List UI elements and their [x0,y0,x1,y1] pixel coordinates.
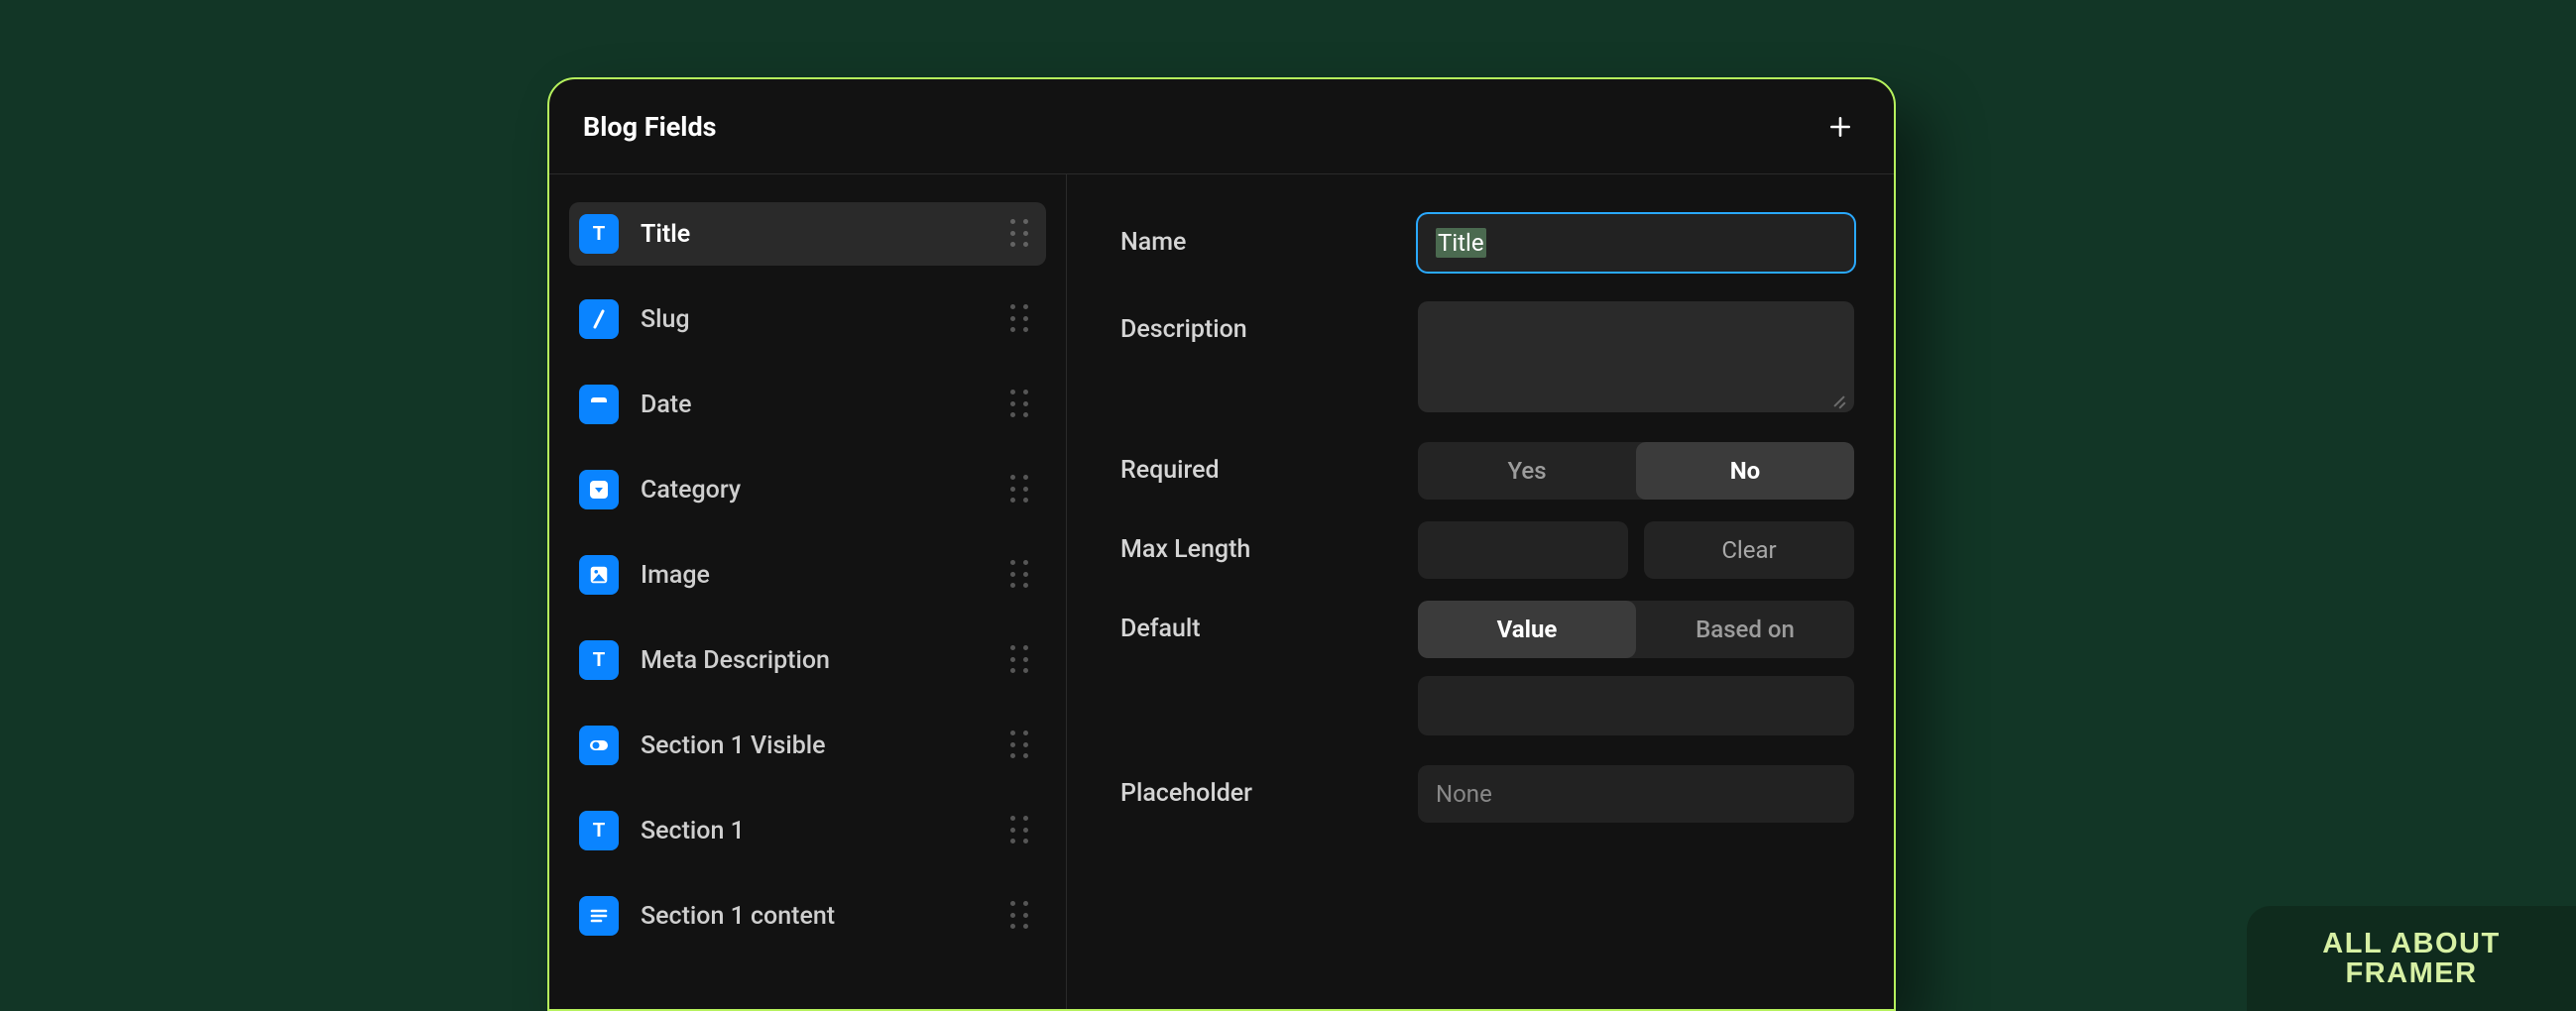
field-row[interactable]: Slug [569,287,1046,351]
brand-card: ALL ABOUT FRAMER [2247,906,2576,1011]
description-textarea[interactable] [1418,301,1854,412]
placeholder-input-value: None [1436,780,1492,808]
field-row-label: Image [641,561,1010,590]
field-row-label: Meta Description [641,646,1010,675]
drag-handle-icon[interactable] [1010,816,1030,845]
add-field-button[interactable] [1822,109,1858,145]
field-row[interactable]: Category [569,458,1046,521]
field-row[interactable]: Title [569,202,1046,266]
max-length-input[interactable] [1418,521,1628,579]
text-icon [579,811,619,850]
default-value-option[interactable]: Value [1418,601,1636,658]
field-row[interactable]: Image [569,543,1046,607]
drag-handle-icon[interactable] [1010,304,1030,334]
description-label: Description [1120,301,1418,344]
fields-list: Title Slug Date Category Image Meta Descripti… [549,174,1067,1009]
resize-handle-icon[interactable] [1830,391,1846,406]
drag-handle-icon[interactable] [1010,475,1030,505]
default-segmented: Value Based on [1418,601,1854,658]
required-no-option[interactable]: No [1636,442,1854,500]
default-value-input[interactable] [1418,676,1854,735]
dropdown-icon [579,470,619,509]
drag-handle-icon[interactable] [1010,390,1030,419]
field-row[interactable]: Date [569,373,1046,436]
field-row-label: Date [641,391,1010,419]
required-segmented: Yes No [1418,442,1854,500]
placeholder-input[interactable]: None [1418,765,1854,823]
field-settings: Name Title Description Required [1067,174,1894,1009]
required-yes-option[interactable]: Yes [1418,442,1636,500]
field-row-label: Title [641,220,1010,249]
name-input-value: Title [1436,228,1486,258]
required-label: Required [1120,442,1418,485]
placeholder-label: Placeholder [1120,765,1418,808]
field-row-label: Section 1 content [641,902,1010,931]
field-row[interactable]: Section 1 content [569,884,1046,948]
drag-handle-icon[interactable] [1010,560,1030,590]
blog-fields-panel: Blog Fields Title Slug Date Category Image Me… [547,77,1896,1011]
slash-icon [579,299,619,339]
name-input[interactable]: Title [1418,214,1854,272]
drag-handle-icon[interactable] [1010,219,1030,249]
brand-line1: ALL ABOUT [2322,929,2500,958]
panel-title: Blog Fields [583,111,717,143]
image-icon [579,555,619,595]
field-row-label: Section 1 Visible [641,731,1010,760]
field-row[interactable]: Section 1 Visible [569,714,1046,777]
field-row-label: Section 1 [641,817,1010,845]
panel-header: Blog Fields [549,79,1894,174]
text-icon [579,214,619,254]
max-length-clear-button[interactable]: Clear [1644,521,1854,579]
date-icon [579,385,619,424]
drag-handle-icon[interactable] [1010,901,1030,931]
name-label: Name [1120,214,1418,257]
toggle-icon [579,726,619,765]
default-basedon-option[interactable]: Based on [1636,601,1854,658]
default-label: Default [1120,601,1418,643]
richtext-icon [579,896,619,936]
field-row-label: Category [641,476,1010,505]
max-length-label: Max Length [1120,521,1418,564]
field-row-label: Slug [641,305,1010,334]
drag-handle-icon[interactable] [1010,645,1030,675]
field-row[interactable]: Section 1 [569,799,1046,862]
text-icon [579,640,619,680]
brand-line2: FRAMER [2345,958,2477,988]
field-row[interactable]: Meta Description [569,628,1046,692]
drag-handle-icon[interactable] [1010,730,1030,760]
